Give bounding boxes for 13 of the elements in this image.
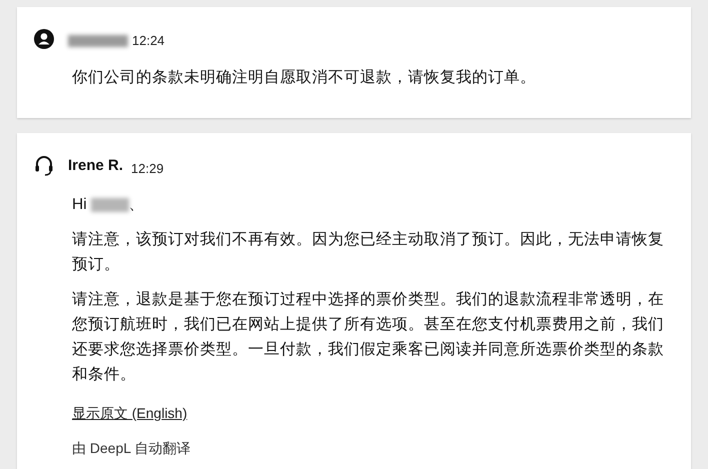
greeting-text: Hi bbox=[72, 195, 87, 215]
message-paragraph: 你们公司的条款未明确注明自愿取消不可退款，请恢复我的订单。 bbox=[72, 68, 537, 88]
message-time: 12:24 bbox=[132, 32, 165, 50]
translation-note: 由 DeepL 自动翻译 bbox=[72, 439, 191, 458]
message-paragraph: 请注意，该预订对我们不再有效。因为您已经主动取消了预订。因此，无法申请恢复预订。 bbox=[72, 230, 665, 275]
greeting-punctuation: 、 bbox=[128, 195, 145, 215]
message-paragraph: 请注意，退款是基于您在预订过程中选择的票价类型。我们的退款流程非常透明，在您预订航班时，我们已在网站上提供了所有选项。甚至在您支付机票费用之前，我们还要求您选择票价类型。一旦付款，我们假定乘客已阅读并同意所选票价类型的条款和条件。 bbox=[72, 290, 665, 385]
headset-icon bbox=[34, 155, 54, 178]
user-avatar-icon bbox=[34, 28, 54, 49]
message-time: 12:29 bbox=[131, 160, 164, 178]
show-original-link[interactable]: 显示原文 (English) bbox=[72, 401, 188, 426]
redacted-name bbox=[90, 198, 129, 212]
author-name: Irene R. bbox=[68, 156, 124, 176]
